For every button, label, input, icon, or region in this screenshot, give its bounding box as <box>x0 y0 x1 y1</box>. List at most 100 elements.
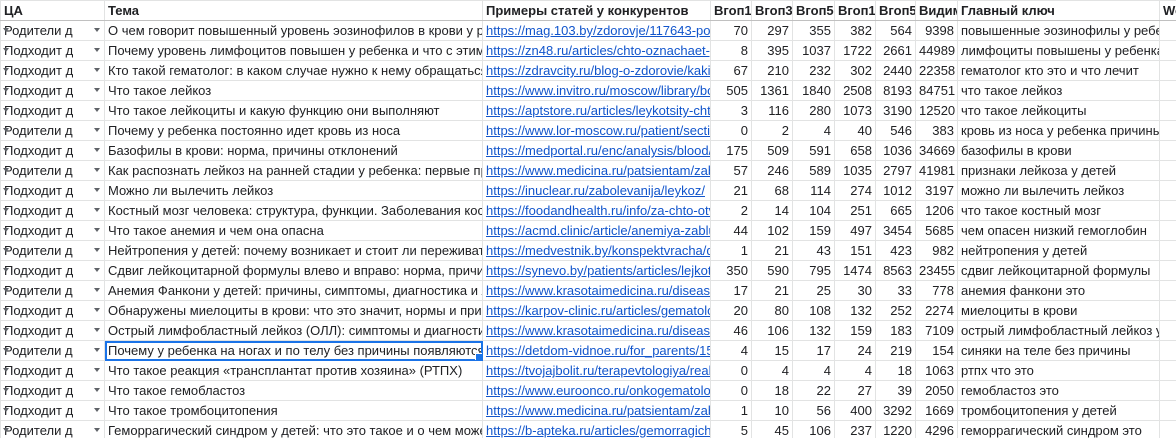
audience-dropdown-cell[interactable]: Родители д <box>0 240 105 261</box>
dropdown-arrow-icon[interactable] <box>3 328 9 332</box>
metric-cell[interactable]: 46 <box>710 320 752 341</box>
competitor-link-cell[interactable]: https://aptstore.ru/articles/leykotsity-… <box>482 100 711 121</box>
topic-cell[interactable]: Что такое тромбоцитопения <box>104 400 483 421</box>
main-keyword-cell[interactable]: лимфоциты повышены у ребенка <box>957 40 1160 61</box>
metric-cell[interactable]: 44 <box>710 220 752 241</box>
metric-cell[interactable]: 251 <box>834 200 876 221</box>
main-keyword-cell[interactable]: кровь из носа у ребенка причины <box>957 120 1160 141</box>
dropdown-arrow-icon[interactable] <box>3 28 9 32</box>
metric-cell[interactable]: 1840 <box>792 80 835 101</box>
metric-cell[interactable]: 114 <box>792 180 835 201</box>
metric-cell[interactable]: 175 <box>710 140 752 161</box>
empty-cell[interactable] <box>1159 280 1176 301</box>
metric-cell[interactable]: 2274 <box>915 300 958 321</box>
metric-cell[interactable]: 219 <box>875 340 916 361</box>
metric-cell[interactable]: 232 <box>792 60 835 81</box>
audience-dropdown-cell[interactable]: Подходит д <box>0 60 105 81</box>
metric-cell[interactable]: 4 <box>792 120 835 141</box>
metric-cell[interactable]: 44989 <box>915 40 958 61</box>
main-keyword-cell[interactable]: анемия фанкони это <box>957 280 1160 301</box>
metric-cell[interactable]: 1063 <box>915 360 958 381</box>
main-keyword-cell[interactable]: можно ли вылечить лейкоз <box>957 180 1160 201</box>
metric-cell[interactable]: 7109 <box>915 320 958 341</box>
main-keyword-cell[interactable]: ртпх что это <box>957 360 1160 381</box>
metric-cell[interactable]: 505 <box>710 80 752 101</box>
metric-cell[interactable]: 1036 <box>875 140 916 161</box>
metric-cell[interactable]: 151 <box>834 240 876 261</box>
metric-cell[interactable]: 0 <box>710 120 752 141</box>
metric-cell[interactable]: 400 <box>834 400 876 421</box>
competitor-link-cell[interactable]: https://www.medicina.ru/patsientam/zabol… <box>482 160 711 181</box>
audience-dropdown-cell[interactable]: Подходит д <box>0 300 105 321</box>
metric-cell[interactable]: 17 <box>710 280 752 301</box>
metric-cell[interactable]: 4 <box>710 340 752 361</box>
chevron-down-icon[interactable] <box>94 168 100 172</box>
metric-cell[interactable]: 18 <box>751 380 793 401</box>
metric-cell[interactable]: 658 <box>834 140 876 161</box>
empty-cell[interactable] <box>1159 400 1176 421</box>
metric-cell[interactable]: 21 <box>710 180 752 201</box>
metric-cell[interactable]: 68 <box>751 180 793 201</box>
dropdown-arrow-icon[interactable] <box>3 248 9 252</box>
chevron-down-icon[interactable] <box>94 88 100 92</box>
metric-cell[interactable]: 2661 <box>875 40 916 61</box>
metric-cell[interactable]: 154 <box>915 340 958 361</box>
empty-cell[interactable] <box>1159 100 1176 121</box>
dropdown-arrow-icon[interactable] <box>3 108 9 112</box>
metric-cell[interactable]: 4 <box>792 360 835 381</box>
metric-cell[interactable]: 210 <box>751 60 793 81</box>
metric-cell[interactable]: 67 <box>710 60 752 81</box>
chevron-down-icon[interactable] <box>94 108 100 112</box>
metric-cell[interactable]: 590 <box>751 260 793 281</box>
metric-cell[interactable]: 2508 <box>834 80 876 101</box>
fill-handle[interactable] <box>475 353 482 360</box>
metric-cell[interactable]: 45 <box>751 420 793 438</box>
metric-cell[interactable]: 274 <box>834 180 876 201</box>
main-keyword-cell[interactable]: что такое лейкоз <box>957 80 1160 101</box>
chevron-down-icon[interactable] <box>94 28 100 32</box>
chevron-down-icon[interactable] <box>94 388 100 392</box>
competitor-link-cell[interactable]: https://www.krasotaimedicina.ru/diseases <box>482 280 711 301</box>
metric-cell[interactable]: 30 <box>834 280 876 301</box>
main-keyword-cell[interactable]: синяки на теле без причины <box>957 340 1160 361</box>
audience-dropdown-cell[interactable]: Родители д <box>0 280 105 301</box>
header-wo[interactable]: Wo <box>1159 0 1176 21</box>
topic-cell[interactable]: Что такое лейкоциты и какую функцию они … <box>104 100 483 121</box>
header-vgop1-b[interactable]: Вгоп1 <box>834 0 876 21</box>
metric-cell[interactable]: 252 <box>875 300 916 321</box>
main-keyword-cell[interactable]: миелоциты в крови <box>957 300 1160 321</box>
metric-cell[interactable]: 3 <box>710 100 752 121</box>
metric-cell[interactable]: 382 <box>834 20 876 41</box>
topic-cell[interactable]: Базофилы в крови: норма, причины отклоне… <box>104 140 483 161</box>
metric-cell[interactable]: 2050 <box>915 380 958 401</box>
dropdown-arrow-icon[interactable] <box>3 208 9 212</box>
metric-cell[interactable]: 5 <box>710 420 752 438</box>
topic-cell[interactable]: Сдвиг лейкоцитарной формулы влево и впра… <box>104 260 483 281</box>
metric-cell[interactable]: 564 <box>875 20 916 41</box>
competitor-link-cell[interactable]: https://mag.103.by/zdorovje/117643-povys… <box>482 20 711 41</box>
competitor-link-cell[interactable]: https://b-apteka.ru/articles/gemorragich… <box>482 420 711 438</box>
empty-cell[interactable] <box>1159 200 1176 221</box>
metric-cell[interactable]: 497 <box>834 220 876 241</box>
main-keyword-cell[interactable]: гематолог кто это и что лечит <box>957 60 1160 81</box>
topic-cell[interactable]: Обнаружены миелоциты в крови: что это зн… <box>104 300 483 321</box>
chevron-down-icon[interactable] <box>94 208 100 212</box>
metric-cell[interactable]: 41981 <box>915 160 958 181</box>
metric-cell[interactable]: 4296 <box>915 420 958 438</box>
empty-cell[interactable] <box>1159 80 1176 101</box>
competitor-link-cell[interactable]: https://acmd.clinic/article/anemiya-zabl… <box>482 220 711 241</box>
chevron-down-icon[interactable] <box>94 68 100 72</box>
metric-cell[interactable]: 1206 <box>915 200 958 221</box>
metric-cell[interactable]: 1722 <box>834 40 876 61</box>
empty-cell[interactable] <box>1159 240 1176 261</box>
metric-cell[interactable]: 108 <box>792 300 835 321</box>
empty-cell[interactable] <box>1159 160 1176 181</box>
metric-cell[interactable]: 0 <box>710 360 752 381</box>
dropdown-arrow-icon[interactable] <box>3 288 9 292</box>
metric-cell[interactable]: 24 <box>834 340 876 361</box>
metric-cell[interactable]: 3197 <box>915 180 958 201</box>
chevron-down-icon[interactable] <box>94 348 100 352</box>
chevron-down-icon[interactable] <box>94 428 100 432</box>
competitor-link-cell[interactable]: https://medvestnik.by/konspektvracha/det… <box>482 240 711 261</box>
topic-cell[interactable]: Костный мозг человека: структура, функци… <box>104 200 483 221</box>
